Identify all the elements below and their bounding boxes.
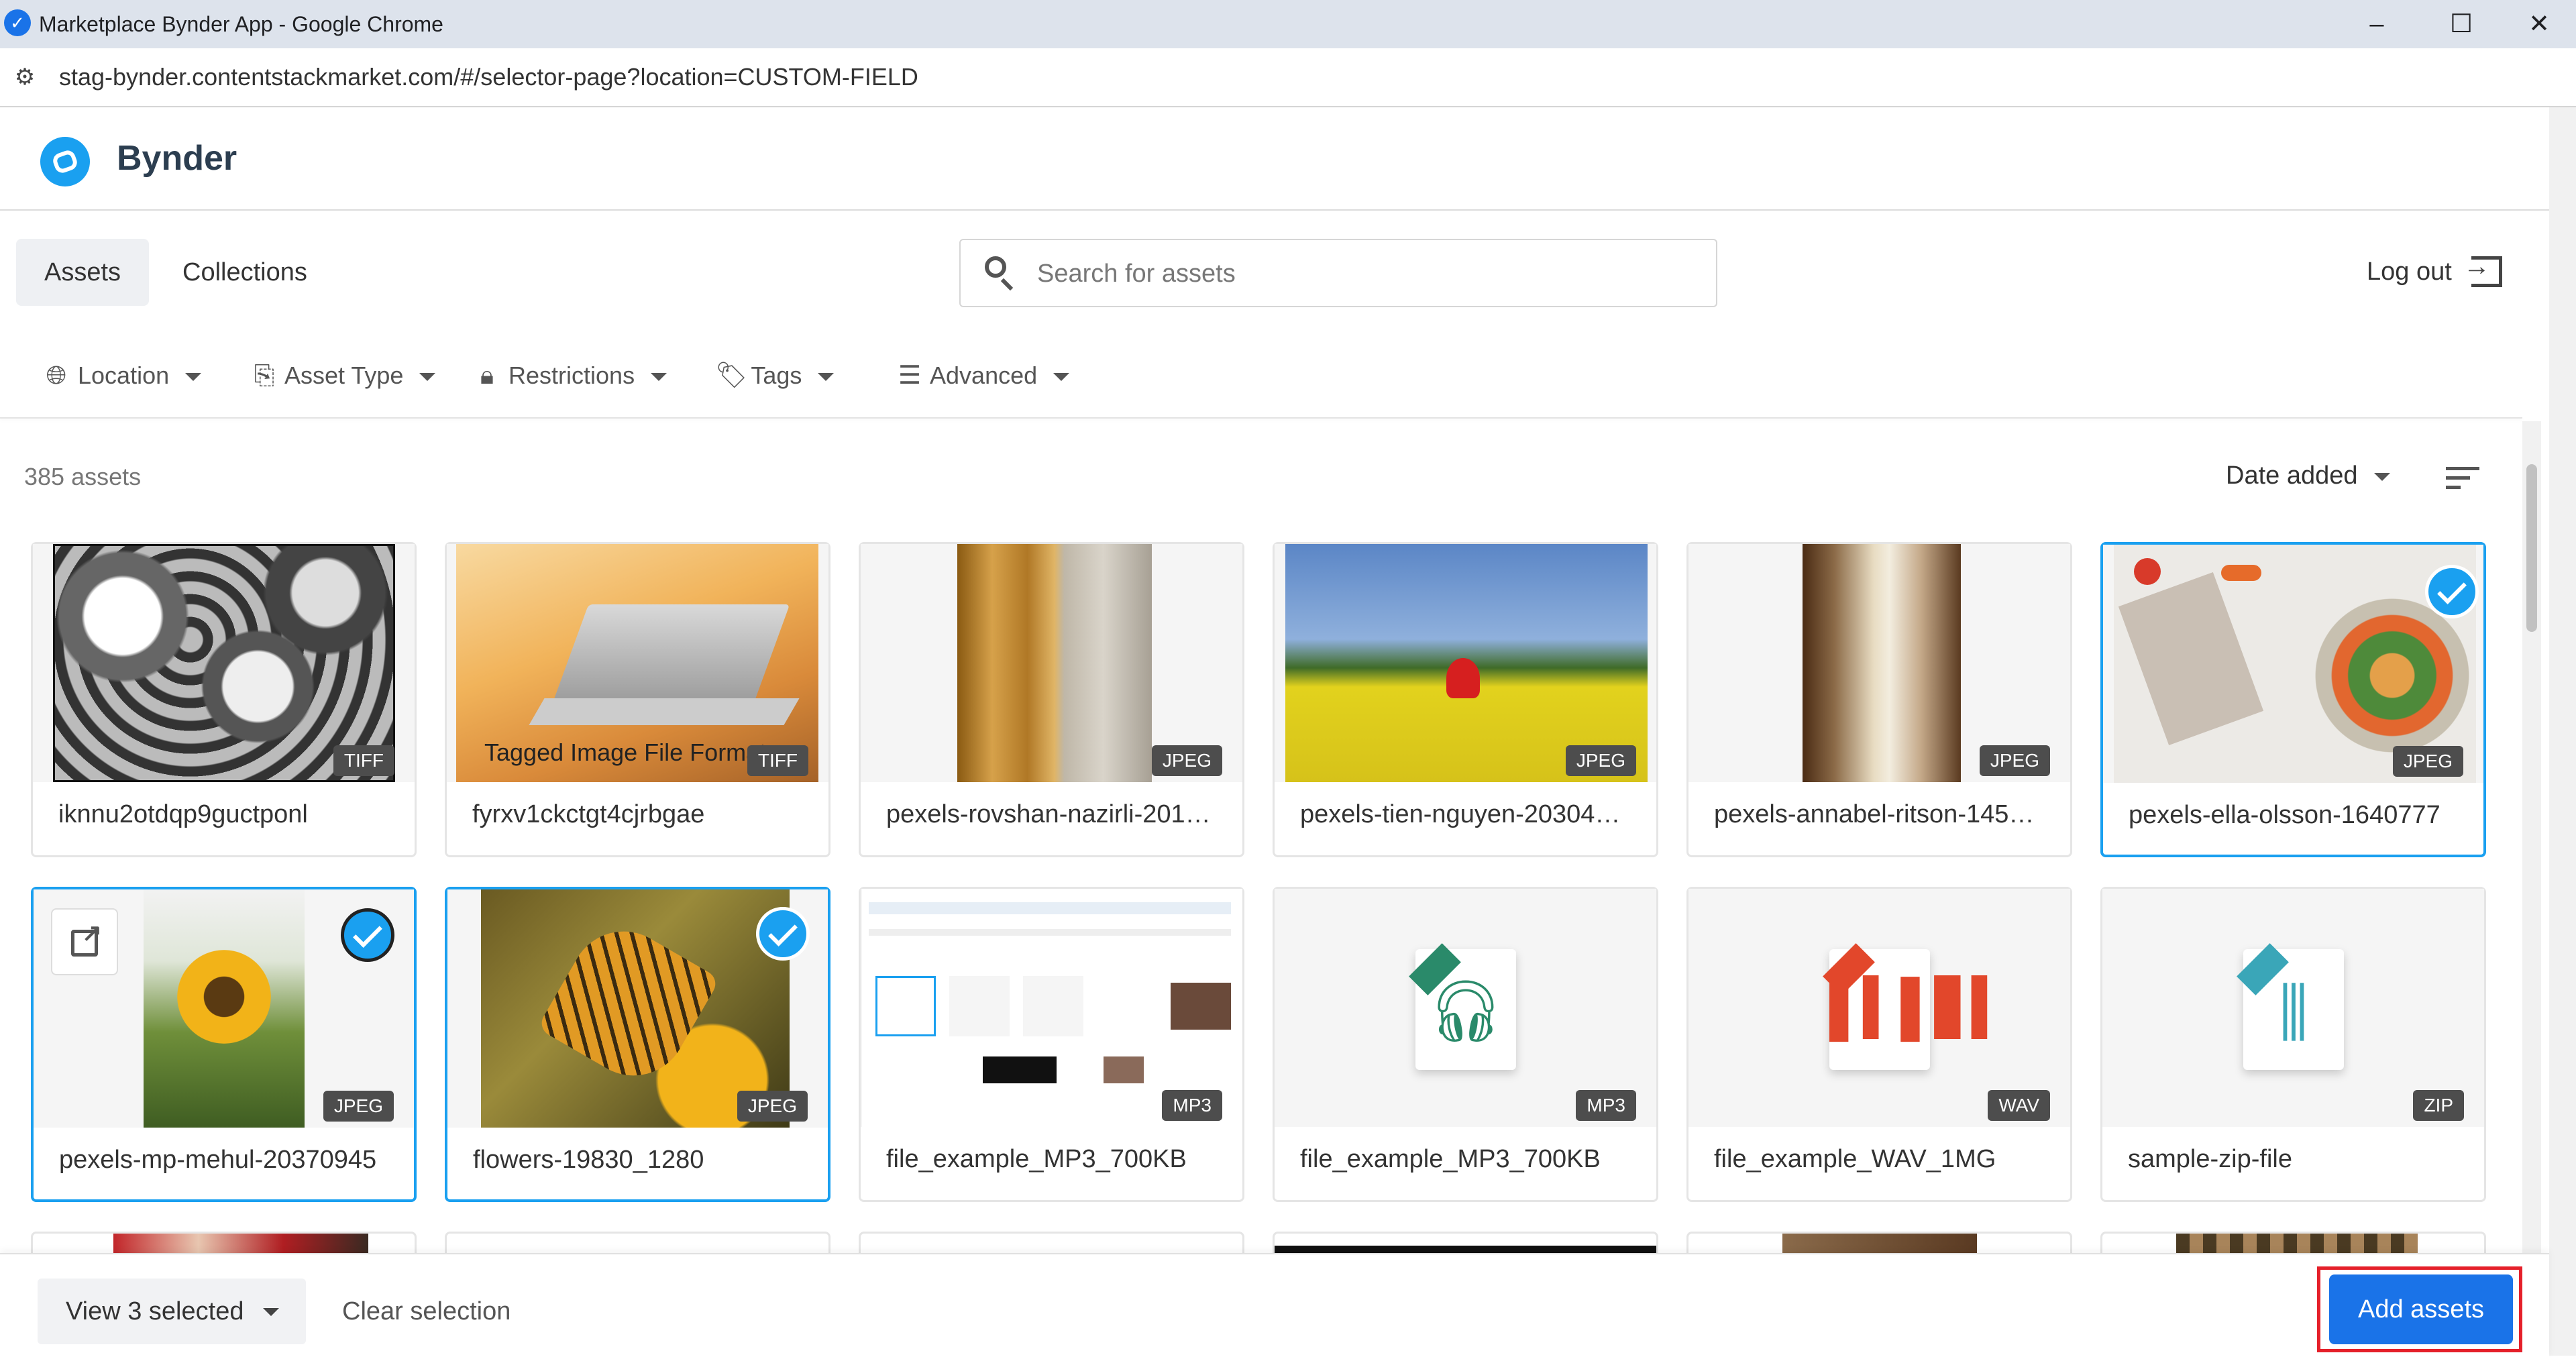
add-assets-button[interactable]: Add assets (2329, 1274, 2513, 1344)
close-button[interactable]: ✕ (2502, 0, 2576, 48)
type-badge: WAV (1988, 1090, 2050, 1121)
chevron-down-icon (2373, 472, 2390, 481)
asset-card[interactable]: JPEG pexels-tien-nguyen-20304… (1273, 542, 1658, 857)
app-header: Bynder (0, 107, 2549, 211)
asset-card[interactable]: ▌▍▌▋▍ WAV file_example_WAV_1MG (1686, 887, 2072, 1202)
asset-name: pexels-rovshan-nazirli-201… (886, 800, 1211, 828)
asset-name: file_example_MP3_700KB (886, 1145, 1187, 1173)
url-text[interactable]: stag-bynder.contentstackmarket.com/#/sel… (59, 48, 918, 106)
chevron-down-icon (185, 373, 202, 382)
asset-name: fyrxv1ckctgt4cjrbgae (472, 800, 705, 828)
scrollbar-thumb[interactable] (2526, 464, 2537, 632)
filter-asset-type[interactable]: ⎘ Asset Type (250, 349, 436, 402)
view-selected-label: View 3 selected (66, 1297, 244, 1325)
filter-asset-type-label: Asset Type (284, 362, 404, 389)
asset-card[interactable]: JPEG pexels-rovshan-nazirli-201… (859, 542, 1244, 857)
sort-order-icon[interactable] (2446, 467, 2479, 491)
asset-card[interactable]: JPEG pexels-mp-mehul-20370945 (31, 887, 417, 1202)
asset-card[interactable]: JPEG pexels-annabel-ritson-145… (1686, 542, 2072, 857)
chevron-down-icon (1053, 373, 1070, 382)
lock-icon: 🔒︎ (480, 362, 494, 390)
search-input[interactable] (1036, 240, 1696, 307)
asset-name: pexels-mp-mehul-20370945 (59, 1146, 377, 1174)
globe-icon: 🌐︎ (46, 362, 67, 390)
filter-tags-label: Tags (751, 362, 802, 389)
open-external-icon[interactable] (51, 908, 118, 975)
window-title: Marketplace Bynder App - Google Chrome (39, 12, 443, 36)
tag-icon: 🏷︎ (715, 362, 748, 390)
type-badge: MP3 (1162, 1090, 1222, 1121)
view-selected-dropdown[interactable]: View 3 selected (38, 1279, 306, 1344)
filter-tags[interactable]: 🏷︎ Tags (715, 349, 835, 402)
content-scrollbar[interactable] (2522, 421, 2541, 1253)
asset-name: file_example_MP3_700KB (1300, 1145, 1601, 1173)
divider (0, 417, 2522, 419)
logout-icon[interactable] (2463, 252, 2502, 287)
type-badge: TIFF (747, 745, 808, 776)
sort-label: Date added (2226, 462, 2358, 490)
chevron-down-icon (818, 373, 835, 382)
brand-name: Bynder (117, 139, 237, 178)
maximize-button[interactable]: ☐ (2424, 0, 2498, 48)
type-badge: JPEG (1979, 745, 2050, 776)
asset-count: 385 assets (24, 463, 142, 490)
thumbnail-overlay-text: Tagged Image File Format (484, 739, 767, 766)
sort-dropdown[interactable]: Date added (2226, 462, 2390, 490)
chevron-down-icon (419, 373, 436, 382)
filter-restrictions-label: Restrictions (508, 362, 635, 389)
type-badge: JPEG (1151, 745, 1222, 776)
filter-advanced[interactable]: ☰ Advanced (895, 349, 1070, 402)
paperclip-icon: ⎘ (254, 362, 275, 390)
type-badge: TIFF (333, 745, 394, 776)
waveform-file-icon: ▌▍▌▋▍ (1823, 943, 2013, 1070)
asset-card[interactable]: Tagged Image File Format TIFF fyrxv1ckct… (445, 542, 830, 857)
asset-card[interactable]: MP3 file_example_MP3_700KB (859, 887, 1244, 1202)
asset-name: pexels-tien-nguyen-20304… (1300, 800, 1621, 828)
browser-title-bar: ✓ Marketplace Bynder App - Google Chrome… (0, 0, 2576, 48)
logout-link[interactable]: Log out (2367, 248, 2452, 295)
asset-name: file_example_WAV_1MG (1714, 1145, 1996, 1173)
chevron-down-icon (263, 1308, 279, 1316)
filter-location-label: Location (78, 362, 170, 389)
asset-name: flowers-19830_1280 (473, 1146, 704, 1174)
asset-name: pexels-annabel-ritson-145… (1714, 800, 2035, 828)
type-badge: MP3 (1576, 1090, 1636, 1121)
audio-file-icon: 🎧︎ (1409, 943, 1516, 1070)
chevron-down-icon (651, 373, 667, 382)
filter-location[interactable]: 🌐︎ Location (42, 349, 202, 402)
filter-restrictions[interactable]: 🔒︎ Restrictions (472, 349, 667, 402)
zip-file-icon: ⫼ (2237, 943, 2344, 1070)
page-scrollbar[interactable] (2549, 107, 2576, 1356)
type-badge: JPEG (323, 1091, 394, 1122)
selected-check-icon[interactable] (756, 907, 810, 961)
asset-card[interactable]: 🎧︎ MP3 file_example_MP3_700KB (1273, 887, 1658, 1202)
search-icon (985, 256, 1006, 278)
address-bar: ⚙ stag-bynder.contentstackmarket.com/#/s… (0, 48, 2576, 107)
type-badge: JPEG (737, 1091, 808, 1122)
type-badge: JPEG (1565, 745, 1636, 776)
minimize-button[interactable]: – (2340, 0, 2414, 48)
sliders-icon: ☰ (898, 362, 922, 390)
filter-advanced-label: Advanced (930, 362, 1038, 389)
app-favicon-icon: ✓ (4, 9, 31, 36)
type-badge: ZIP (2413, 1090, 2464, 1121)
bynder-logo-icon (31, 127, 99, 196)
type-badge: JPEG (2392, 746, 2463, 777)
asset-card[interactable]: ⫼ ZIP sample-zip-file (2100, 887, 2486, 1202)
tab-assets[interactable]: Assets (16, 239, 150, 306)
tab-collections[interactable]: Collections (154, 239, 335, 306)
site-settings-icon[interactable]: ⚙ (9, 62, 40, 93)
clear-selection-button[interactable]: Clear selection (342, 1279, 511, 1344)
selection-bar: View 3 selected Clear selection Add asse… (0, 1253, 2549, 1357)
asset-name: iknnu2otdqp9guctponl (58, 800, 308, 828)
asset-card[interactable]: TIFF iknnu2otdqp9guctponl (31, 542, 417, 857)
asset-card[interactable]: JPEG pexels-ella-olsson-1640777 (2100, 542, 2486, 857)
asset-card[interactable]: JPEG flowers-19830_1280 (445, 887, 830, 1202)
asset-name: sample-zip-file (2128, 1145, 2292, 1173)
search-box (959, 239, 1717, 307)
selected-check-icon[interactable] (341, 908, 394, 962)
asset-name: pexels-ella-olsson-1640777 (2129, 801, 2440, 829)
selected-check-icon[interactable] (2425, 565, 2479, 618)
